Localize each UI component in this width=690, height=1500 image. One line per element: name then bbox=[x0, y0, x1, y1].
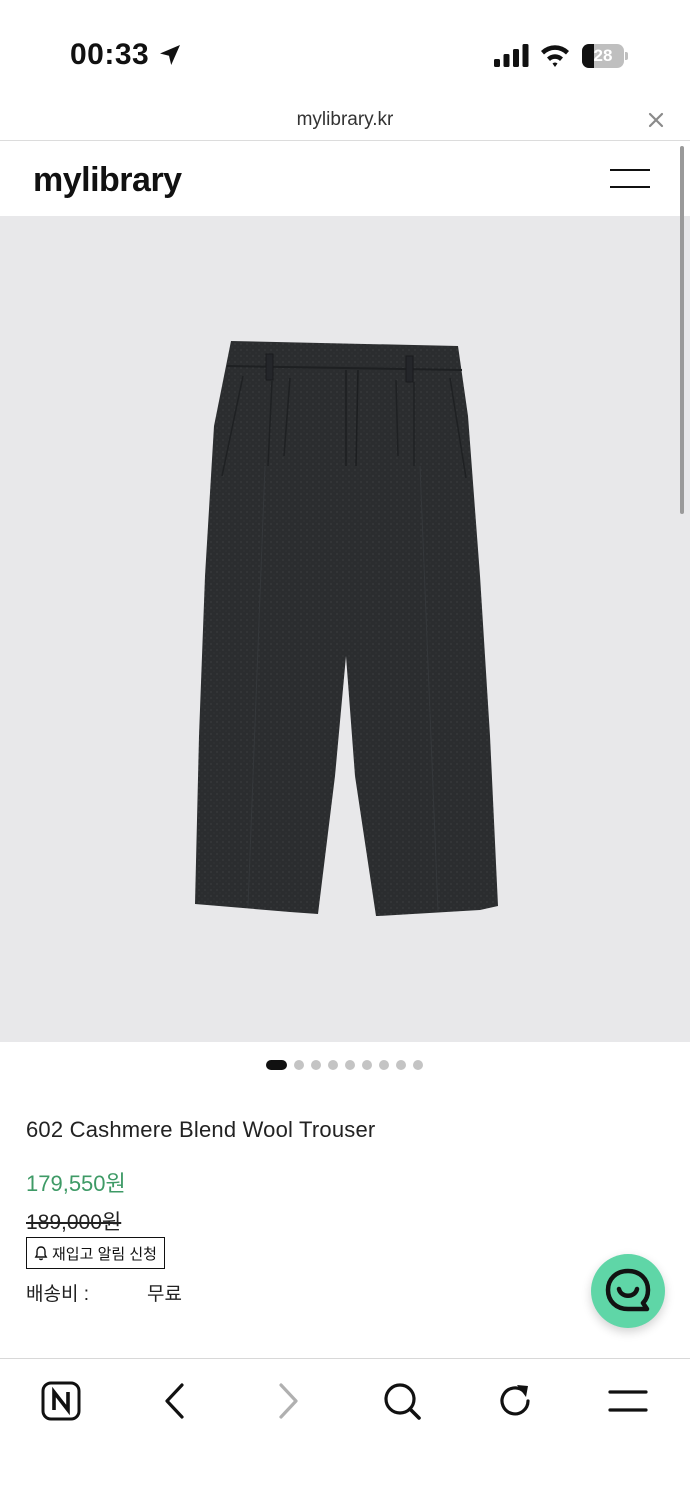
pagination-dot[interactable] bbox=[294, 1060, 304, 1070]
battery-icon: 28 bbox=[582, 44, 628, 68]
menu-icon[interactable] bbox=[606, 1379, 650, 1423]
back-arrow-icon[interactable] bbox=[153, 1379, 197, 1423]
close-icon[interactable] bbox=[645, 109, 667, 131]
pagination-dot[interactable] bbox=[379, 1060, 389, 1070]
bell-icon bbox=[34, 1246, 48, 1261]
browser-toolbar bbox=[0, 1358, 690, 1500]
status-bar: 00:33 28 bbox=[0, 0, 690, 100]
image-pagination bbox=[0, 1059, 690, 1071]
chat-bubble-icon bbox=[605, 1268, 651, 1312]
pagination-dot[interactable] bbox=[345, 1060, 355, 1070]
restock-alert-button[interactable]: 재입고 알림 신청 bbox=[26, 1237, 165, 1269]
pagination-dot[interactable] bbox=[396, 1060, 406, 1070]
pagination-dot[interactable] bbox=[266, 1060, 287, 1070]
refresh-icon[interactable] bbox=[493, 1379, 537, 1423]
cellular-signal-icon bbox=[494, 44, 529, 67]
status-time: 00:33 bbox=[70, 38, 150, 71]
location-arrow-icon bbox=[160, 45, 180, 65]
original-price: 189,000원 bbox=[26, 1211, 122, 1234]
battery-level: 28 bbox=[593, 46, 613, 65]
site-logo[interactable]: mylibrary bbox=[33, 161, 182, 200]
forward-arrow-icon[interactable] bbox=[266, 1379, 310, 1423]
naver-home-icon[interactable] bbox=[39, 1379, 83, 1423]
site-header: mylibrary bbox=[0, 141, 690, 216]
sale-price: 179,550원 bbox=[26, 1171, 126, 1196]
pagination-dot[interactable] bbox=[413, 1060, 423, 1070]
pagination-dot[interactable] bbox=[311, 1060, 321, 1070]
pagination-dot[interactable] bbox=[328, 1060, 338, 1070]
url-text[interactable]: mylibrary.kr bbox=[0, 109, 690, 131]
product-title: 602 Cashmere Blend Wool Trouser bbox=[26, 1117, 376, 1142]
wifi-icon bbox=[541, 45, 569, 67]
chat-button[interactable] bbox=[591, 1254, 665, 1328]
hamburger-menu-icon[interactable] bbox=[610, 165, 652, 193]
shipping-label: 배송비 : bbox=[26, 1284, 89, 1305]
shipping-value: 무료 bbox=[147, 1284, 182, 1305]
browser-url-bar[interactable]: mylibrary.kr bbox=[0, 100, 690, 141]
restock-label: 재입고 알림 신청 bbox=[52, 1245, 157, 1263]
search-icon[interactable] bbox=[380, 1379, 424, 1423]
product-image[interactable] bbox=[0, 216, 690, 1042]
scrollbar[interactable] bbox=[680, 146, 684, 514]
pagination-dot[interactable] bbox=[362, 1060, 372, 1070]
trouser-image bbox=[195, 341, 498, 916]
